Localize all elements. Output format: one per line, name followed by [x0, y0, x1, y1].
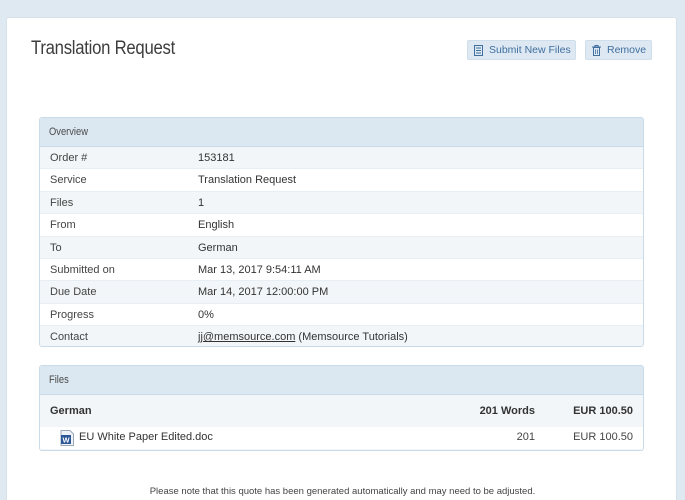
overview-row-contact: Contact jj@memsource.com (Memsource Tuto… — [40, 326, 643, 346]
overview-value: Mar 14, 2017 12:00:00 PM — [198, 286, 329, 299]
overview-label: Order # — [50, 152, 88, 164]
overview-label: Service — [50, 174, 87, 187]
files-table: German 201 Words EUR 100.50 W EU White P… — [40, 395, 643, 450]
remove-label: Remove — [607, 44, 647, 56]
overview-value: 0% — [198, 308, 214, 321]
overview-label: From — [50, 219, 76, 232]
overview-value: English — [198, 219, 235, 232]
quote-note: Please note that this quote has been gen… — [149, 486, 536, 497]
overview-value: 1 — [198, 196, 205, 209]
overview-row-from: From English — [40, 214, 643, 237]
overview-row-files: Files 1 — [40, 191, 643, 215]
files-total-words: 201 Words — [479, 405, 535, 417]
files-total-price: EUR 100.50 — [573, 405, 633, 417]
overview-row-progress: Progress 0% — [40, 304, 643, 327]
contact-value: jj@memsource.com (Memsource Tutorials) — [198, 326, 408, 346]
overview-value: 153181 — [198, 152, 235, 164]
overview-heading: Overview — [40, 118, 643, 147]
submit-new-files-button[interactable]: Submit New Files — [467, 40, 576, 60]
files-language: German — [50, 405, 92, 417]
overview-value: Translation Request — [198, 174, 297, 187]
overview-value: German — [198, 241, 238, 254]
files-panel: Files German 201 Words EUR 100.50 W EU W… — [39, 365, 644, 451]
overview-row-to: To German — [40, 236, 643, 259]
overview-label: Files — [50, 196, 74, 209]
svg-text:W: W — [62, 436, 70, 445]
file-row[interactable]: W EU White Paper Edited.doc 201 EUR 100.… — [40, 427, 643, 449]
overview-label: Progress — [50, 308, 95, 321]
overview-label: To — [50, 241, 62, 254]
document-icon — [474, 44, 483, 56]
files-heading: Files — [40, 366, 643, 395]
trash-icon — [592, 44, 601, 56]
overview-row-due-date: Due Date Mar 14, 2017 12:00:00 PM — [40, 281, 643, 304]
file-name[interactable]: EU White Paper Edited.doc — [79, 431, 213, 443]
file-price: EUR 100.50 — [573, 431, 633, 443]
word-doc-icon: W — [60, 430, 74, 446]
overview-row-order: Order # 153181 — [40, 147, 643, 170]
overview-label: Submitted on — [50, 263, 115, 276]
file-words: 201 — [516, 431, 535, 443]
overview-value: Mar 13, 2017 9:54:11 AM — [198, 263, 321, 276]
overview-row-submitted: Submitted on Mar 13, 2017 9:54:11 AM — [40, 259, 643, 282]
overview-label: Contact — [50, 331, 88, 344]
request-card: Translation Request Submit New Files Rem… — [6, 17, 677, 500]
overview-panel: Overview Order # 153181 Service Translat… — [39, 117, 644, 347]
remove-button[interactable]: Remove — [585, 40, 652, 60]
contact-name: (Memsource Tutorials) — [298, 331, 408, 344]
contact-email-link[interactable]: jj@memsource.com — [198, 331, 295, 343]
overview-label: Due Date — [50, 286, 97, 299]
page-title: Translation Request — [31, 38, 176, 59]
overview-table: Order # 153181 Service Translation Reque… — [40, 147, 643, 346]
submit-new-files-label: Submit New Files — [489, 44, 571, 56]
overview-row-service: Service Translation Request — [40, 169, 643, 192]
